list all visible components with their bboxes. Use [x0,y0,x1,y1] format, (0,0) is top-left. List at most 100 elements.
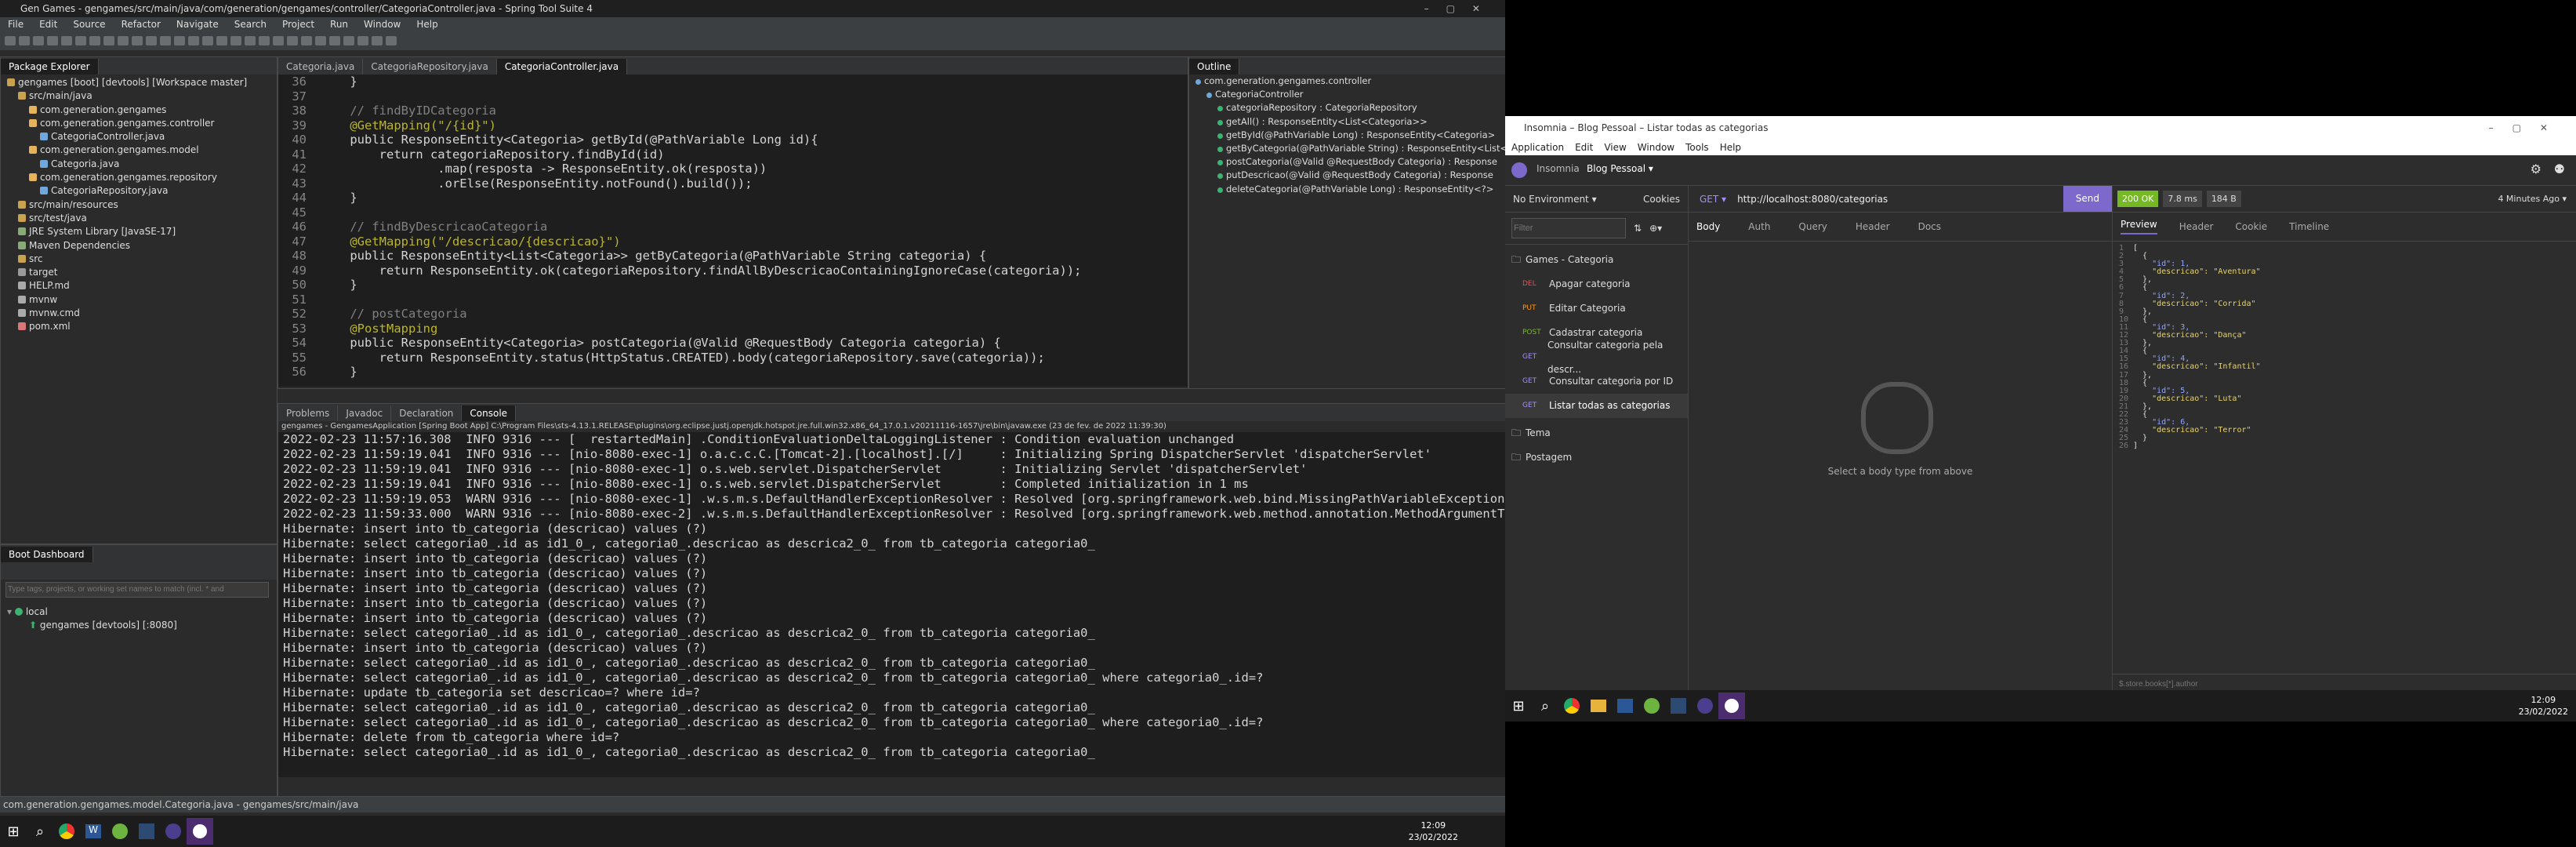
insomnia-menu-window[interactable]: Window [1638,140,1674,155]
menu-project[interactable]: Project [282,17,314,31]
add-icon[interactable]: ⊕▾ [1649,223,1662,234]
request-tab-body[interactable]: Body [1696,221,1720,232]
console-tab-javadoc[interactable]: Javadoc [338,405,392,421]
response-tab-cookie[interactable]: Cookie [2235,221,2267,232]
environment-selector[interactable]: No Environment ▾ [1513,194,1597,205]
console-tab-declaration[interactable]: Declaration [391,405,463,421]
insomnia-window-controls[interactable]: –▢✕ [2489,116,2567,140]
breadcrumb-collection[interactable]: Blog Pessoal ▾ [1587,163,1653,174]
package-tree-item[interactable]: mvnw.cmd [7,307,277,320]
outline-item[interactable]: postCategoria(@Valid @RequestBody Catego… [1195,155,1506,169]
chrome-icon[interactable] [1558,693,1585,719]
outline-item[interactable]: getAll() : ResponseEntity<List<Categoria… [1195,115,1506,129]
start-icon[interactable]: ⊞ [1505,693,1532,719]
insomnia-menu-edit[interactable]: Edit [1575,140,1593,155]
toolbar-button[interactable] [174,36,185,45]
package-tree-item[interactable]: src/main/resources [7,198,277,212]
toolbar-button[interactable] [33,36,44,45]
insomnia-menu-application[interactable]: Application [1511,140,1564,155]
word-icon[interactable] [1612,693,1638,719]
insomnia-menu-help[interactable]: Help [1720,140,1741,155]
menu-refactor[interactable]: Refactor [122,17,161,31]
response-tab-timeline[interactable]: Timeline [2289,221,2329,232]
menu-window[interactable]: Window [364,17,401,31]
request-tab-query[interactable]: Query [1798,221,1827,232]
outline-item[interactable]: CategoriaController [1195,88,1506,101]
console-tab-console[interactable]: Console [462,405,517,421]
search-icon[interactable]: ⌕ [27,818,53,845]
request-item[interactable]: GET Consultar categoria por ID [1505,369,1688,394]
outline-item[interactable]: categoriaRepository : CategoriaRepositor… [1195,101,1506,115]
url-input[interactable]: http://localhost:8080/categorias [1737,194,2063,205]
request-item[interactable]: PUT Editar Categoria [1505,296,1688,321]
toolbar-button[interactable] [372,36,383,45]
toolbar-button[interactable] [315,36,326,45]
package-tree-item[interactable]: mvnw [7,293,277,307]
toolbar-button[interactable] [118,36,129,45]
toolbar-button[interactable] [329,36,340,45]
outline-item[interactable]: putDescricao(@Valid @RequestBody Categor… [1195,169,1506,182]
package-tree-item[interactable]: JRE System Library [JavaSE-17] [7,225,277,238]
sts-icon[interactable] [107,818,133,845]
package-tree-item[interactable]: pom.xml [7,320,277,333]
toolbar-button[interactable] [61,36,72,45]
outline-item[interactable]: deleteCategoria(@PathVariable Long) : Re… [1195,183,1506,196]
toolbar-button[interactable] [160,36,171,45]
boot-filter-input[interactable] [5,581,269,598]
tab-package-explorer[interactable]: Package Explorer [1,59,99,75]
editor-tab[interactable]: CategoriaRepository.java [363,59,497,75]
package-tree-item[interactable]: com.generation.gengames.controller [7,117,277,130]
send-button[interactable]: Send [2063,186,2112,212]
outline-item[interactable]: getById(@PathVariable Long) : ResponseEn… [1195,129,1506,142]
window-controls[interactable]: –▢✕ [1424,0,1497,17]
toolbar-button[interactable] [230,36,241,45]
insomnia-taskbar-icon[interactable] [187,818,213,845]
package-tree-item[interactable]: target [7,266,277,279]
toolbar-button[interactable] [132,36,143,45]
breadcrumb-app[interactable]: Insomnia [1537,163,1580,174]
sort-icon[interactable]: ⇅ [1634,223,1642,234]
console-output[interactable]: 2022-02-23 11:57:16.308 INFO 9316 --- [ … [278,432,1506,777]
request-item[interactable]: GET Consultar categoria pela descr... [1505,340,1688,375]
editor-tab[interactable]: CategoriaController.java [496,59,628,75]
boot-local-node[interactable]: ▾ local [7,605,277,619]
response-history[interactable]: 4 Minutes Ago ▾ [2498,194,2576,204]
sts-icon[interactable] [1638,693,1665,719]
toolbar-button[interactable] [386,36,397,45]
package-tree-item[interactable]: Categoria.java [7,158,277,171]
request-tab-docs[interactable]: Docs [1918,221,1941,232]
insomnia-menu-view[interactable]: View [1604,140,1626,155]
vscode-icon[interactable] [1665,693,1692,719]
request-tab-header[interactable]: Header [1856,221,1890,232]
console-tab-problems[interactable]: Problems [278,405,339,421]
folder-postagem[interactable]: 🗀 Postagem [1505,445,1688,470]
menu-source[interactable]: Source [73,17,105,31]
boot-app-node[interactable]: ⬆ gengames [devtools] [:8080] [7,619,277,632]
tab-outline[interactable]: Outline [1189,59,1240,75]
account-icon[interactable]: ⚉ [2554,162,2565,176]
vscode-icon[interactable] [133,818,160,845]
toolbar-button[interactable] [301,36,312,45]
outline-item[interactable]: com.generation.gengames.controller [1195,75,1506,88]
package-tree-item[interactable]: CategoriaRepository.java [7,184,277,198]
toolbar-button[interactable] [273,36,284,45]
toolbar-button[interactable] [19,36,30,45]
package-tree-item[interactable]: src/main/java [7,89,277,103]
chrome-icon[interactable] [53,818,80,845]
package-tree-item[interactable]: gengames [boot] [devtools] [Workspace ma… [7,76,277,89]
package-tree-item[interactable]: src [7,253,277,266]
package-tree-item[interactable]: HELP.md [7,279,277,293]
package-tree-item[interactable]: src/test/java [7,212,277,225]
code-editor[interactable]: 36 } 37 38 // findByIDCategoria 39 @GetMapp… [278,75,1188,387]
toolbar-button[interactable] [146,36,157,45]
settings-gear-icon[interactable]: ⚙ [2531,162,2542,176]
toolbar-button[interactable] [216,36,227,45]
folder-tema[interactable]: 🗀 Tema [1505,421,1688,445]
insomnia-taskbar-icon[interactable] [1718,693,1745,719]
toolbar-button[interactable] [259,36,270,45]
toolbar-button[interactable] [357,36,368,45]
tab-boot-dashboard[interactable]: Boot Dashboard [1,547,93,562]
eclipse-icon[interactable] [160,818,187,845]
word-icon[interactable]: W [80,818,107,845]
toolbar-button[interactable] [188,36,199,45]
